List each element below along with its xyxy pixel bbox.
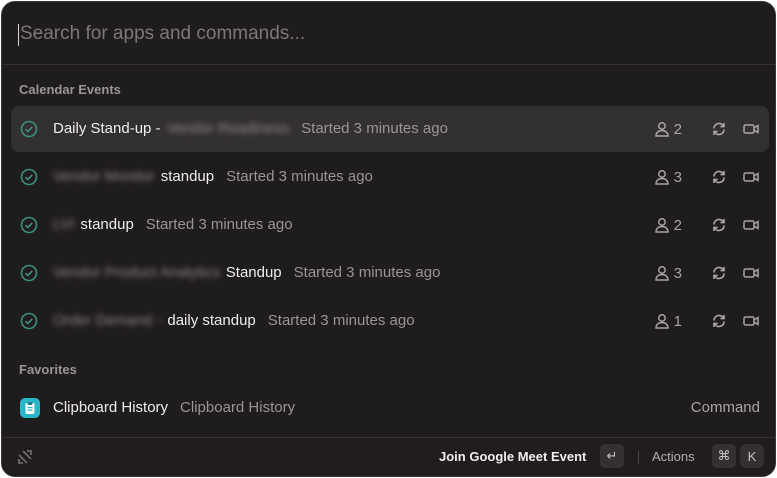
event-title-redacted: Vendor Readiness	[166, 120, 290, 137]
check-circle-icon	[20, 120, 38, 138]
event-title: LVI standup Started 3 minutes ago	[53, 216, 293, 233]
person-icon	[654, 314, 669, 329]
attendees-accessory: 2	[653, 216, 682, 234]
favorite-type: Command	[690, 399, 760, 416]
event-row[interactable]: Vendor Monitor standup Started 3 minutes…	[11, 154, 769, 200]
event-title: Vendor Product Analytics Standup Started…	[53, 264, 440, 281]
footer-divider	[638, 451, 639, 464]
launcher-window: Calendar Events Daily Stand-up - Vendor …	[1, 1, 776, 477]
attendee-count: 3	[673, 264, 682, 282]
attendees-accessory: 2	[653, 120, 682, 138]
event-title-redacted: Vendor Product Analytics	[53, 264, 220, 281]
event-accessories: 2	[653, 120, 760, 138]
favorite-title-text: Clipboard History	[53, 399, 169, 416]
event-title: Order Demand - daily standup Started 3 m…	[53, 312, 415, 329]
section-title-calendar: Calendar Events	[19, 82, 121, 97]
video-camera-icon	[743, 268, 759, 278]
event-title-redacted: Order Demand -	[53, 312, 162, 329]
event-subtitle: Started 3 minutes ago	[226, 168, 373, 185]
event-accessories: 2	[653, 216, 760, 234]
event-accessories: 3	[653, 168, 760, 186]
favorite-subtitle: Clipboard History	[180, 399, 296, 416]
attendee-count: 2	[673, 216, 682, 234]
attendee-count: 2	[673, 120, 682, 138]
video-camera-icon	[743, 316, 759, 326]
raycast-logo-icon[interactable]	[15, 447, 35, 467]
event-title-suffix: standup	[80, 216, 134, 233]
attendee-count: 3	[673, 168, 682, 186]
recurring-icon	[713, 122, 725, 136]
section-title-favorites: Favorites	[19, 362, 77, 377]
person-icon	[654, 122, 669, 137]
recurring-icon	[713, 314, 725, 328]
person-icon	[654, 170, 669, 185]
person-icon	[654, 266, 669, 281]
event-subtitle: Started 3 minutes ago	[267, 312, 415, 329]
person-icon	[654, 218, 669, 233]
event-subtitle: Started 3 minutes ago	[145, 216, 293, 233]
video-camera-icon	[743, 172, 759, 182]
favorite-row[interactable]: Clipboard History Clipboard History Comm…	[11, 385, 769, 431]
clipboard-icon	[20, 398, 40, 418]
event-row[interactable]: Vendor Product Analytics Standup Started…	[11, 250, 769, 296]
video-camera-icon	[743, 220, 759, 230]
check-circle-icon	[20, 264, 38, 282]
event-subtitle: Started 3 minutes ago	[293, 264, 441, 281]
check-circle-icon	[20, 168, 38, 186]
recurring-icon	[713, 218, 725, 232]
action-bar: Join Google Meet Event ↵ Actions ⌘ K	[2, 437, 775, 476]
event-title-suffix: standup	[160, 168, 215, 185]
event-title-suffix: Standup	[225, 264, 282, 281]
search-bar	[2, 2, 775, 65]
actions-button[interactable]: Actions	[652, 449, 695, 464]
event-row[interactable]: Order Demand - daily standup Started 3 m…	[11, 298, 769, 344]
event-title: Daily Stand-up - Vendor Readiness Starte…	[53, 120, 448, 137]
event-title: Vendor Monitor standup Started 3 minutes…	[53, 168, 373, 185]
event-title-redacted: LVI	[53, 216, 75, 233]
check-circle-icon	[20, 312, 38, 330]
check-circle-icon	[20, 216, 38, 234]
recurring-icon	[713, 266, 725, 280]
event-accessories: 1	[653, 312, 760, 330]
event-row[interactable]: Daily Stand-up - Vendor Readiness Starte…	[11, 106, 769, 152]
event-subtitle: Started 3 minutes ago	[301, 120, 448, 137]
event-title-prefix: Daily Stand-up -	[53, 120, 161, 137]
attendees-accessory: 3	[653, 168, 682, 186]
attendee-count: 1	[673, 312, 682, 330]
favorite-title: Clipboard History Clipboard History	[53, 399, 295, 416]
attendees-accessory: 1	[653, 312, 682, 330]
event-title-suffix: daily standup	[167, 312, 256, 329]
video-camera-icon	[743, 124, 759, 134]
recurring-icon	[713, 170, 725, 184]
attendees-accessory: 3	[653, 264, 682, 282]
event-accessories: 3	[653, 264, 760, 282]
search-input[interactable]	[18, 18, 722, 50]
primary-action-label[interactable]: Join Google Meet Event	[439, 449, 586, 464]
k-key-hint: K	[740, 444, 764, 468]
event-row[interactable]: LVI standup Started 3 minutes ago 2	[11, 202, 769, 248]
enter-key-hint: ↵	[600, 444, 624, 468]
event-title-redacted: Vendor Monitor	[53, 168, 155, 185]
cmd-key-hint: ⌘	[712, 444, 736, 468]
